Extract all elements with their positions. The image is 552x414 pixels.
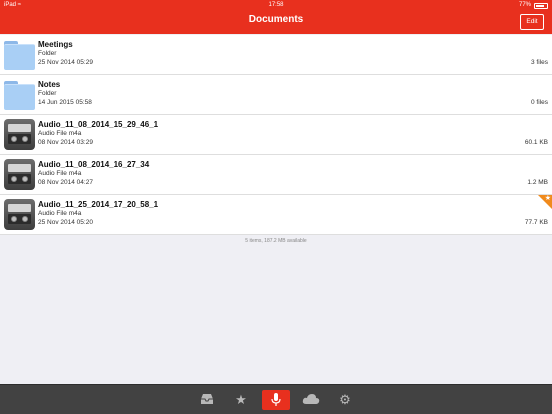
- list-item[interactable]: Notes Folder 14 Jun 2015 05:58 0 files: [0, 75, 552, 115]
- list-item[interactable]: Meetings Folder 25 Nov 2014 05:29 3 file…: [0, 35, 552, 75]
- item-type: Audio File m4a: [38, 170, 82, 177]
- list-item[interactable]: Audio_11_08_2014_15_29_46_1 Audio File m…: [0, 115, 552, 155]
- battery-icon: [534, 3, 548, 9]
- item-name: Audio_11_08_2014_16_27_34: [38, 160, 150, 169]
- cloud-icon[interactable]: [297, 390, 325, 410]
- inbox-icon[interactable]: [193, 390, 221, 410]
- storage-summary: 5 items, 187.2 MB available: [245, 238, 307, 244]
- documents-list: Meetings Folder 25 Nov 2014 05:29 3 file…: [0, 35, 552, 235]
- item-date: 25 Nov 2014 05:20: [38, 219, 93, 226]
- recorder-icon: [4, 119, 35, 150]
- item-meta: 77.7 KB: [524, 219, 548, 226]
- edit-button[interactable]: Edit: [520, 14, 544, 30]
- microphone-icon[interactable]: [262, 390, 290, 410]
- tab-bar: ★ ⚙: [0, 384, 552, 414]
- item-date: 08 Nov 2014 03:29: [38, 139, 93, 146]
- recorder-icon: [4, 159, 35, 190]
- item-date: 14 Jun 2015 05:58: [38, 99, 92, 106]
- folder-icon: [4, 39, 35, 70]
- item-name: Notes: [38, 80, 61, 89]
- item-name: Meetings: [38, 40, 73, 49]
- item-date: 08 Nov 2014 04:27: [38, 179, 93, 186]
- list-item[interactable]: Audio_11_08_2014_16_27_34 Audio File m4a…: [0, 155, 552, 195]
- item-name: Audio_11_25_2014_17_20_58_1: [38, 200, 159, 209]
- navigation-bar: iPad ≈ 17:58 77% Documents Edit: [0, 0, 552, 34]
- page-title: Documents: [248, 14, 304, 25]
- item-meta: 3 files: [531, 59, 548, 66]
- star-icon[interactable]: ★: [227, 390, 255, 410]
- item-meta: 60.1 KB: [524, 139, 548, 146]
- battery-status: 77%: [519, 0, 548, 10]
- status-time: 17:58: [268, 2, 284, 8]
- item-date: 25 Nov 2014 05:29: [38, 59, 93, 66]
- list-item[interactable]: Audio_11_25_2014_17_20_58_1 Audio File m…: [0, 195, 552, 235]
- item-type: Folder: [38, 90, 57, 97]
- folder-icon: [4, 79, 35, 110]
- item-type: Audio File m4a: [38, 210, 82, 217]
- item-type: Audio File m4a: [38, 130, 82, 137]
- recorder-icon: [4, 199, 35, 230]
- battery-percentage: 77%: [518, 2, 531, 8]
- item-name: Audio_11_08_2014_15_29_46_1: [38, 120, 159, 129]
- star-icon: ★: [544, 195, 551, 202]
- gear-icon[interactable]: ⚙: [331, 390, 359, 410]
- status-bar: iPad ≈ 17:58 77%: [0, 0, 552, 10]
- item-meta: 0 files: [531, 99, 548, 106]
- item-type: Folder: [38, 50, 57, 57]
- item-meta: 1.2 MB: [527, 179, 548, 186]
